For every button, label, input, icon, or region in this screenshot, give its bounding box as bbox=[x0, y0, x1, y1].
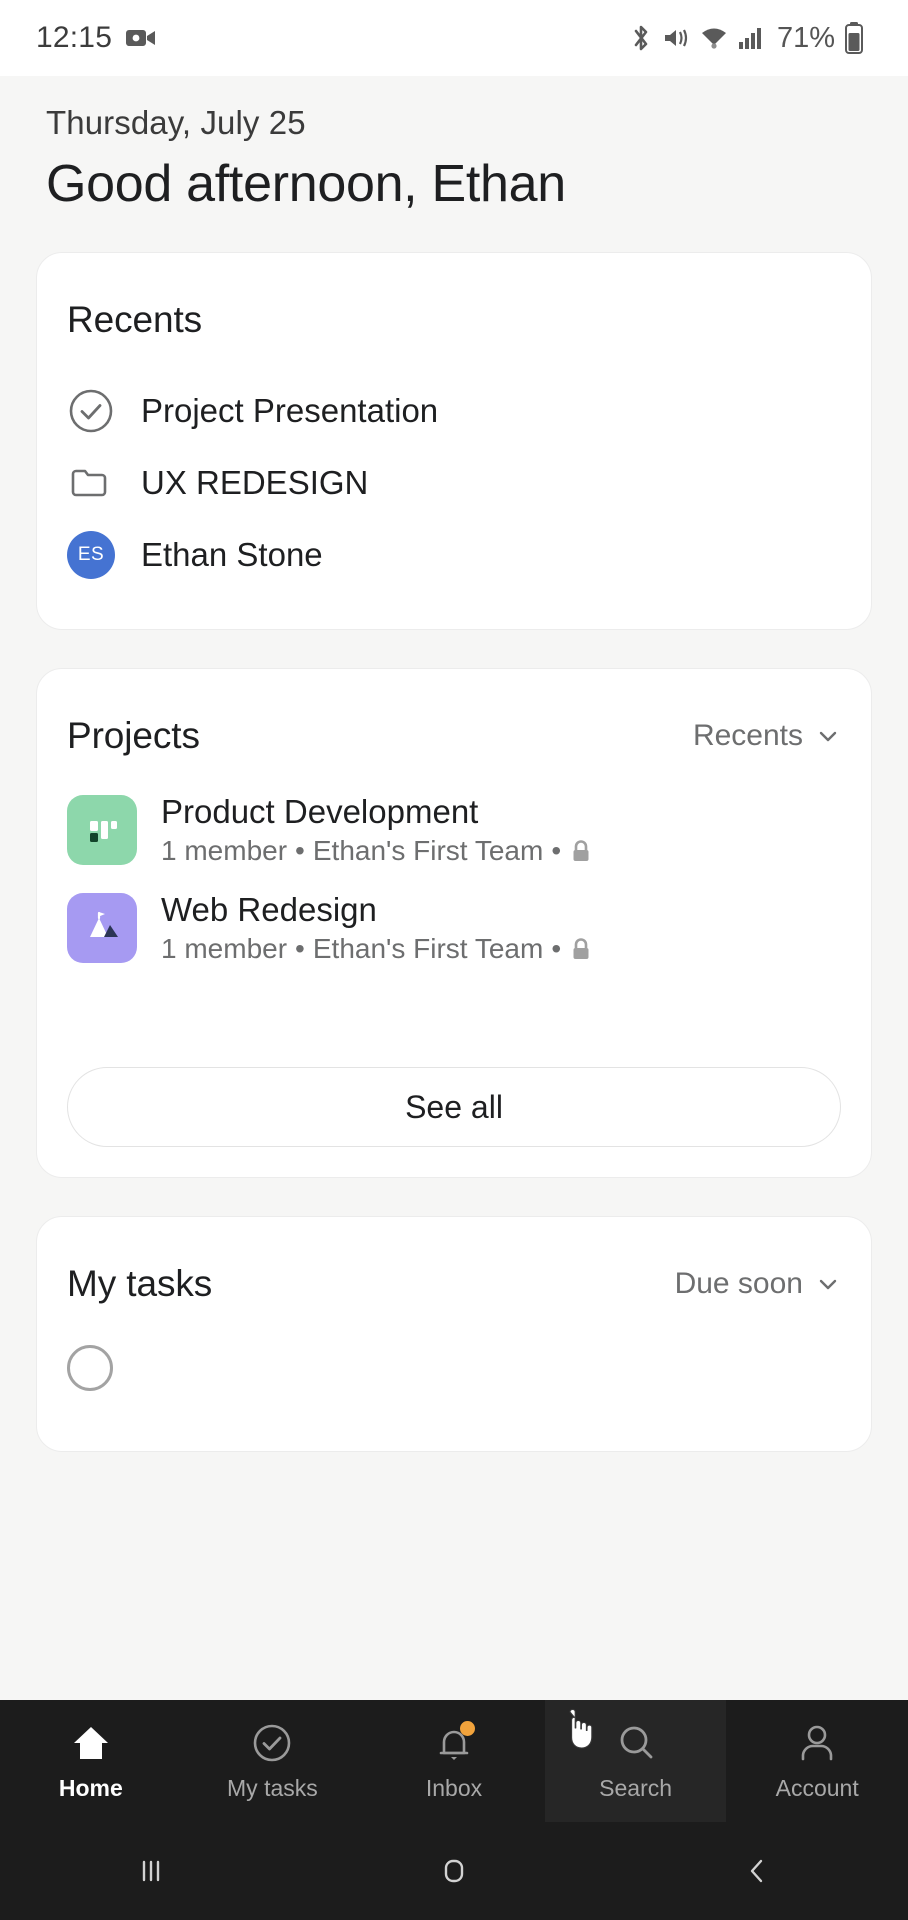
tab-inbox[interactable]: Inbox bbox=[363, 1700, 545, 1822]
home-icon bbox=[68, 1721, 114, 1767]
projects-card: Projects Recents Product Development 1 m… bbox=[36, 668, 872, 1178]
status-bar: 12:15 71% bbox=[0, 0, 908, 76]
avatar: ES bbox=[67, 531, 115, 579]
chevron-down-icon bbox=[815, 723, 841, 749]
project-item-product-development[interactable]: Product Development 1 member • Ethan's F… bbox=[37, 781, 871, 879]
status-bar-clock: 12:15 bbox=[36, 21, 113, 54]
recent-item-ethan-stone[interactable]: ES Ethan Stone bbox=[37, 519, 871, 591]
mountain-flag-icon bbox=[67, 893, 137, 963]
main-scroll-area[interactable]: Thursday, July 25 Good afternoon, Ethan … bbox=[0, 76, 908, 1920]
person-icon bbox=[794, 1721, 840, 1767]
phone-screen: 12:15 71% Thursday, July 25 Good afterno… bbox=[0, 0, 908, 1920]
tab-label: Account bbox=[775, 1774, 859, 1801]
bottom-tab-bar: Home My tasks Inbox Search Account bbox=[0, 1700, 908, 1822]
see-all-button[interactable]: See all bbox=[67, 1067, 841, 1147]
greeting-date: Thursday, July 25 bbox=[46, 104, 306, 141]
task-row[interactable] bbox=[67, 1345, 841, 1391]
project-name: Product Development bbox=[161, 793, 479, 830]
search-icon bbox=[613, 1721, 659, 1767]
tab-label: Search bbox=[599, 1774, 673, 1801]
board-icon bbox=[67, 795, 137, 865]
check-circle-icon bbox=[249, 1721, 295, 1767]
projects-title: Projects bbox=[67, 715, 200, 756]
tab-label: Inbox bbox=[425, 1774, 483, 1801]
recents-card-header: Recents bbox=[37, 253, 871, 341]
my-tasks-card-header: My tasks Due soon bbox=[37, 1217, 871, 1305]
recents-card: Recents Project Presentation UX REDESIGN… bbox=[36, 252, 872, 630]
my-tasks-sort-dropdown[interactable]: Due soon bbox=[675, 1267, 841, 1301]
greeting-title: Good afternoon, Ethan bbox=[46, 155, 566, 213]
status-bar-left: 12:15 bbox=[36, 21, 156, 55]
tab-search[interactable]: Search bbox=[544, 1700, 727, 1822]
chevron-down-icon bbox=[815, 1271, 841, 1297]
project-member-count: 1 member bbox=[161, 933, 288, 964]
tab-label: My tasks bbox=[227, 1774, 318, 1801]
battery-percent-label: 71% bbox=[776, 21, 835, 54]
projects-card-header: Projects Recents bbox=[37, 669, 871, 757]
project-team-name: Ethan's First Team bbox=[312, 933, 544, 964]
my-tasks-title: My tasks bbox=[67, 1263, 213, 1304]
tab-account[interactable]: Account bbox=[726, 1700, 908, 1822]
recents-bars-icon[interactable] bbox=[0, 1822, 303, 1920]
my-tasks-card: My tasks Due soon bbox=[36, 1216, 872, 1452]
greeting-block: Thursday, July 25 Good afternoon, Ethan bbox=[36, 76, 872, 214]
project-item-web-redesign[interactable]: Web Redesign 1 member • Ethan's First Te… bbox=[37, 879, 871, 977]
recents-list: Project Presentation UX REDESIGN ES Etha… bbox=[37, 341, 871, 629]
cellular-signal-icon bbox=[738, 26, 764, 50]
tab-label: Home bbox=[58, 1774, 123, 1801]
task-checkbox-icon[interactable] bbox=[67, 1345, 113, 1391]
inbox-badge-dot bbox=[459, 1720, 475, 1736]
lock-icon bbox=[569, 838, 593, 864]
recent-item-label: Ethan Stone bbox=[141, 536, 323, 573]
video-camera-icon bbox=[126, 27, 156, 49]
android-navigation-bar bbox=[0, 1822, 908, 1920]
tab-my-tasks[interactable]: My tasks bbox=[182, 1700, 364, 1822]
project-team-name: Ethan's First Team bbox=[312, 835, 544, 866]
projects-sort-label: Recents bbox=[692, 719, 803, 752]
meta-separator: • bbox=[551, 835, 562, 866]
my-tasks-sort-label: Due soon bbox=[674, 1267, 803, 1300]
battery-icon bbox=[844, 22, 864, 54]
meta-separator: • bbox=[295, 933, 305, 964]
home-square-icon[interactable] bbox=[303, 1822, 606, 1920]
project-meta: 1 member • Ethan's First Team • bbox=[161, 835, 593, 867]
recent-item-label: UX REDESIGN bbox=[141, 464, 369, 501]
mute-vibrate-icon bbox=[662, 24, 690, 52]
my-tasks-list bbox=[37, 1305, 871, 1451]
recent-item-label: Project Presentation bbox=[141, 392, 439, 429]
mouse-cursor-pointer-icon bbox=[559, 1706, 595, 1752]
meta-separator: • bbox=[295, 835, 305, 866]
check-circle-icon bbox=[67, 387, 115, 435]
project-text-block: Product Development 1 member • Ethan's F… bbox=[161, 793, 593, 867]
project-meta: 1 member • Ethan's First Team • bbox=[161, 933, 593, 965]
project-name: Web Redesign bbox=[161, 891, 377, 928]
bluetooth-icon bbox=[629, 23, 653, 53]
lock-icon bbox=[569, 936, 593, 962]
recent-item-ux-redesign[interactable]: UX REDESIGN bbox=[37, 447, 871, 519]
folder-icon bbox=[67, 459, 115, 507]
projects-sort-dropdown[interactable]: Recents bbox=[693, 719, 841, 753]
recent-item-project-presentation[interactable]: Project Presentation bbox=[37, 375, 871, 447]
back-chevron-icon[interactable] bbox=[605, 1822, 908, 1920]
recents-title: Recents bbox=[67, 299, 203, 340]
status-bar-right: 71% bbox=[629, 22, 872, 55]
project-member-count: 1 member bbox=[161, 835, 288, 866]
projects-list: Product Development 1 member • Ethan's F… bbox=[37, 757, 871, 977]
tab-home[interactable]: Home bbox=[0, 1700, 182, 1822]
meta-separator: • bbox=[551, 933, 562, 964]
bell-icon bbox=[431, 1720, 477, 1767]
see-all-container: See all bbox=[37, 977, 871, 1177]
wifi-icon bbox=[699, 25, 729, 51]
project-text-block: Web Redesign 1 member • Ethan's First Te… bbox=[161, 891, 593, 965]
